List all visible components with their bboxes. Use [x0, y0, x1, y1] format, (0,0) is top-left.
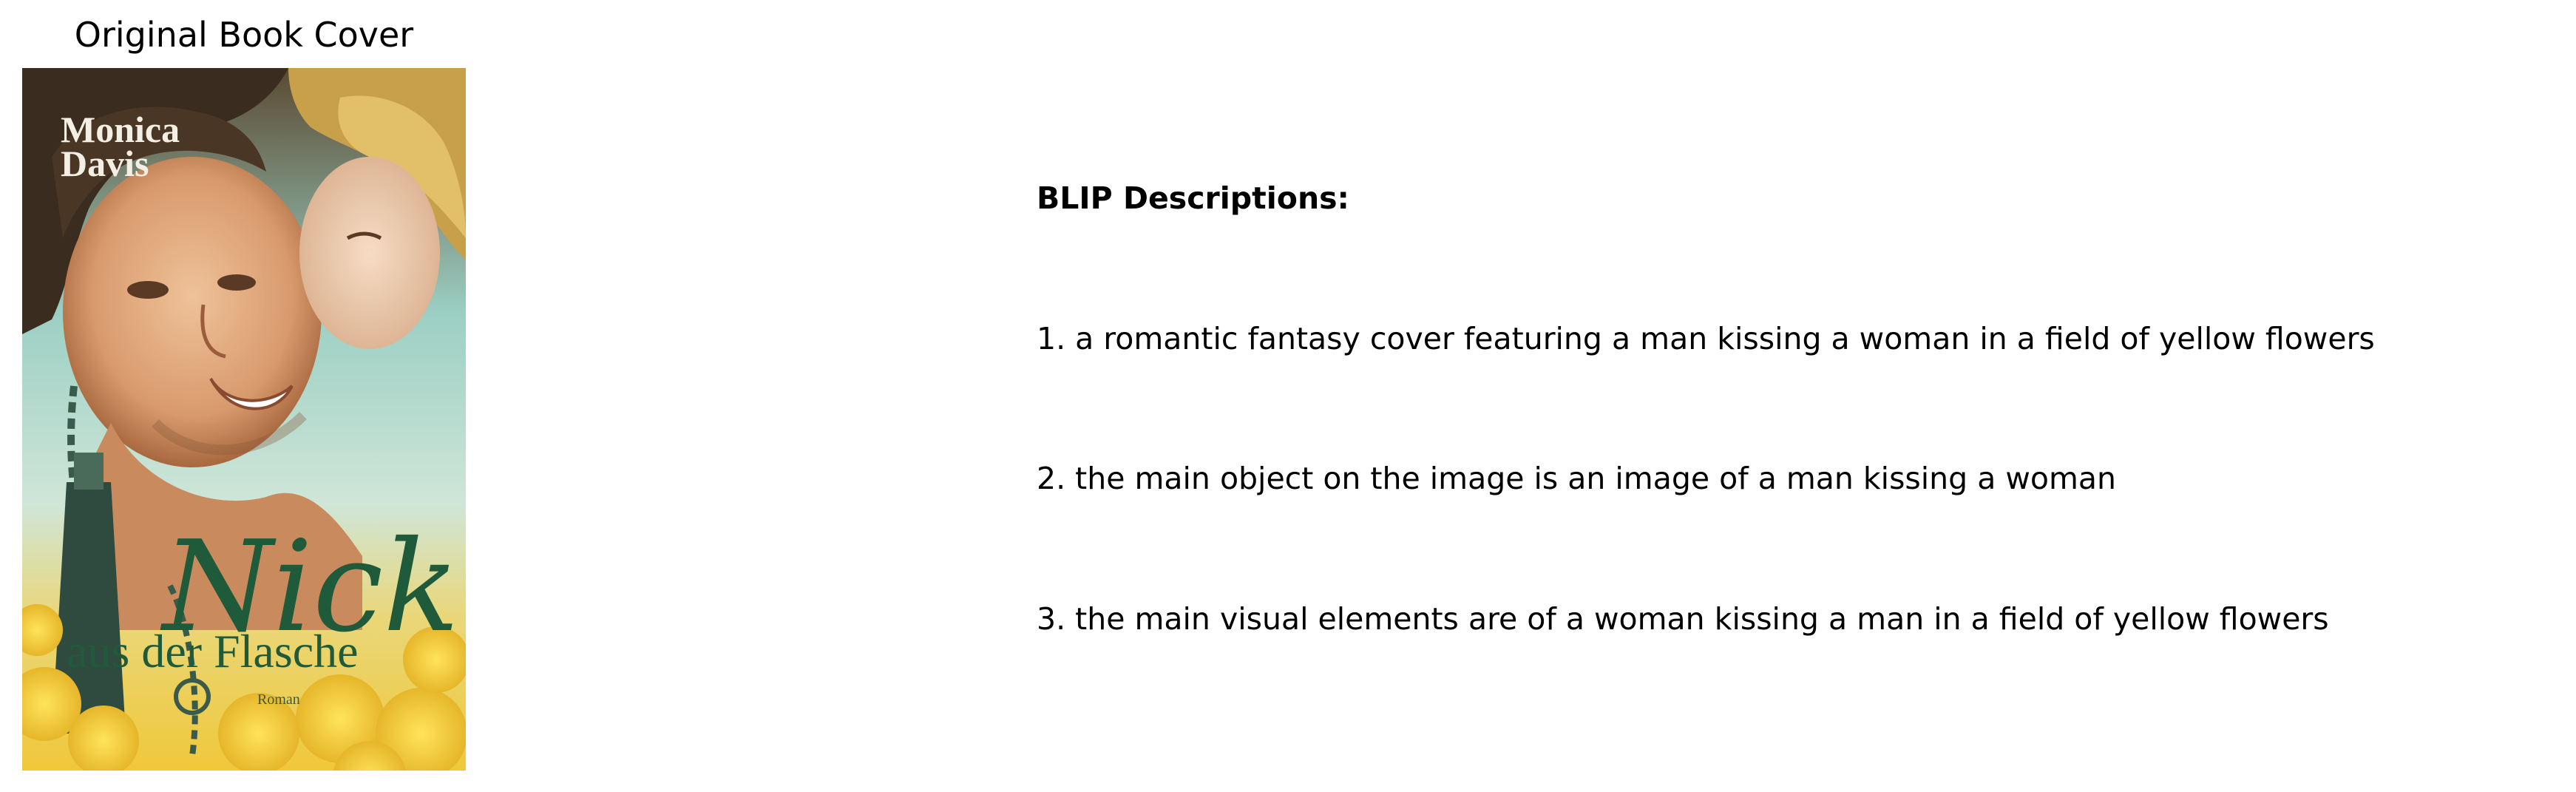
description-item-1: 1. a romantic fantasy cover featuring a …	[1037, 321, 2375, 356]
description-item-3: 3. the main visual elements are of a wom…	[1037, 601, 2329, 637]
descriptions-heading: BLIP Descriptions:	[1037, 180, 1349, 216]
cover-author-last: Davis	[61, 143, 149, 184]
book-cover-image: Monica Davis Nick aus der Flasche Roman	[22, 68, 466, 771]
cover-genre: Roman	[257, 691, 300, 708]
cover-title-rest: aus der Flasche	[67, 625, 359, 677]
book-cover-illustration: Monica Davis Nick aus der Flasche Roman	[22, 68, 466, 771]
description-item-2: 2. the main object on the image is an im…	[1037, 461, 2117, 496]
cover-panel-title: Original Book Cover	[74, 15, 414, 55]
